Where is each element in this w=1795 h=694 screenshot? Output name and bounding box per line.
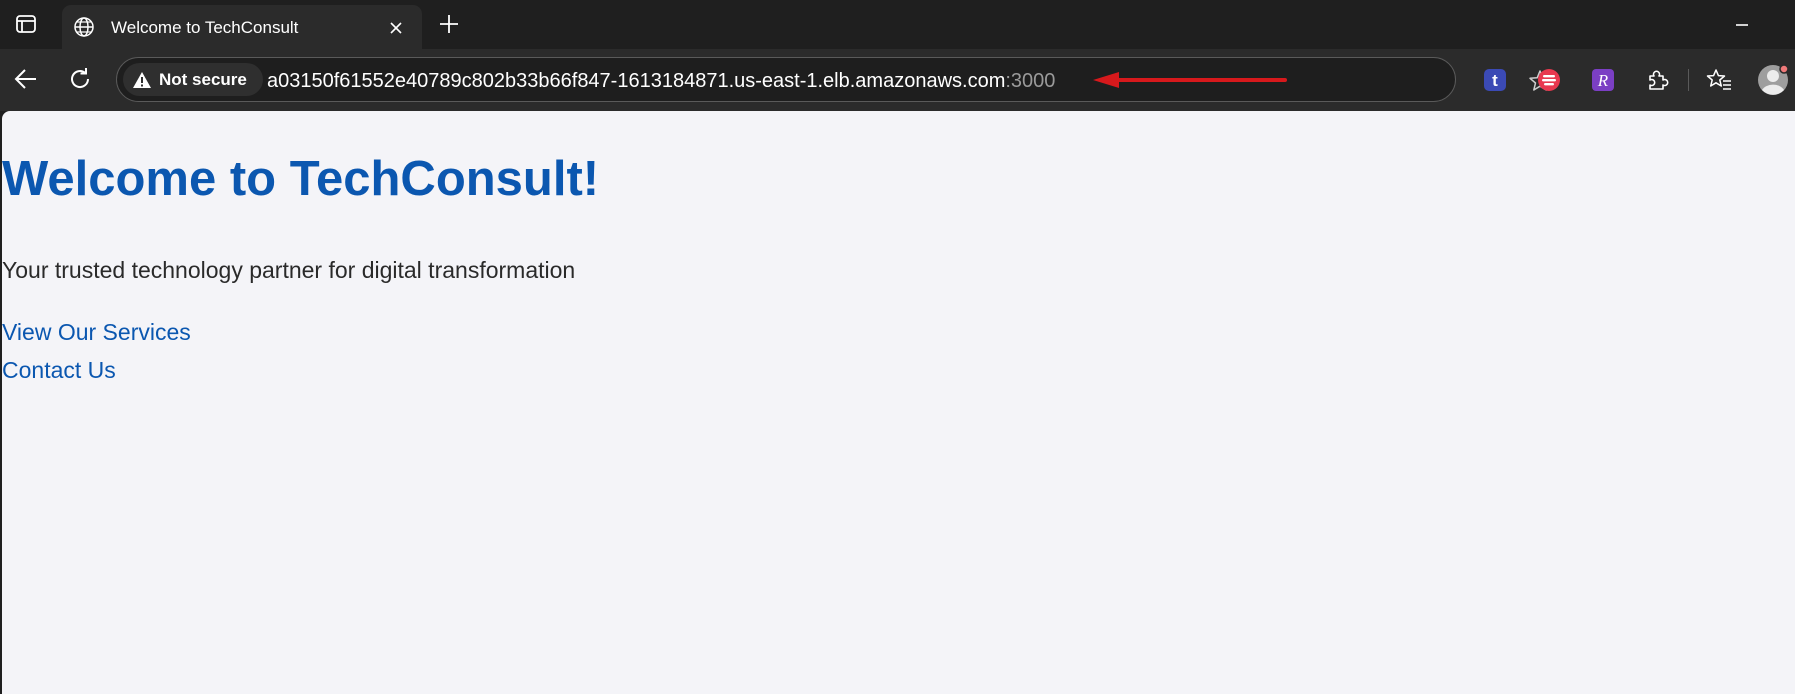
profile-button[interactable] bbox=[1756, 63, 1790, 97]
svg-text:t: t bbox=[1492, 71, 1498, 90]
red-extension-icon bbox=[1538, 69, 1560, 91]
minimize-icon bbox=[1736, 24, 1748, 26]
contact-us-link[interactable]: Contact Us bbox=[2, 357, 116, 384]
page-tagline: Your trusted technology partner for digi… bbox=[2, 257, 576, 283]
page-viewport: Welcome to TechConsult! Your trusted tec… bbox=[2, 111, 1795, 694]
active-tab[interactable]: Welcome to TechConsult bbox=[62, 5, 422, 49]
t-extension-icon: t bbox=[1484, 69, 1506, 91]
new-tab-button[interactable] bbox=[434, 9, 464, 39]
minimize-button[interactable] bbox=[1725, 12, 1759, 38]
browser-toolbar: Not secure a03150f61552e40789c802b33b66f… bbox=[0, 49, 1795, 111]
url-host: a03150f61552e40789c802b33b66f847-1613184… bbox=[267, 70, 1006, 92]
favorites-icon bbox=[1706, 69, 1731, 90]
r-extension-icon: R bbox=[1592, 69, 1614, 91]
t-extension-button[interactable]: t bbox=[1478, 63, 1512, 97]
page-title: Welcome to TechConsult! bbox=[2, 152, 600, 206]
toolbar-divider bbox=[1688, 69, 1689, 91]
tab-strip: Welcome to TechConsult bbox=[0, 0, 1795, 49]
arrow-left-icon bbox=[14, 69, 36, 89]
svg-text:R: R bbox=[1597, 71, 1609, 90]
tab-actions-icon bbox=[16, 15, 36, 33]
red-extension-button[interactable] bbox=[1532, 63, 1566, 97]
tab-actions-button[interactable] bbox=[10, 10, 42, 38]
tab-close-button[interactable] bbox=[385, 17, 407, 39]
not-secure-label: Not secure bbox=[159, 69, 247, 89]
reload-button[interactable] bbox=[62, 61, 98, 97]
reload-icon bbox=[71, 68, 90, 88]
annotation-arrow-icon bbox=[1093, 72, 1287, 88]
view-services-link[interactable]: View Our Services bbox=[2, 319, 191, 346]
warning-icon bbox=[133, 71, 151, 88]
url-port: :3000 bbox=[1005, 70, 1056, 92]
site-info-button[interactable]: Not secure bbox=[123, 63, 263, 96]
close-icon bbox=[390, 22, 402, 34]
url-text[interactable]: a03150f61552e40789c802b33b66f847-1613184… bbox=[267, 70, 1055, 93]
favorites-button[interactable] bbox=[1702, 63, 1736, 97]
extensions-button[interactable] bbox=[1640, 63, 1674, 97]
plus-icon bbox=[440, 15, 458, 33]
avatar-icon bbox=[1758, 64, 1789, 95]
tab-title: Welcome to TechConsult bbox=[111, 18, 299, 37]
back-button[interactable] bbox=[8, 61, 44, 97]
globe-icon bbox=[74, 17, 94, 37]
puzzle-icon bbox=[1649, 70, 1669, 90]
r-extension-button[interactable]: R bbox=[1586, 63, 1620, 97]
